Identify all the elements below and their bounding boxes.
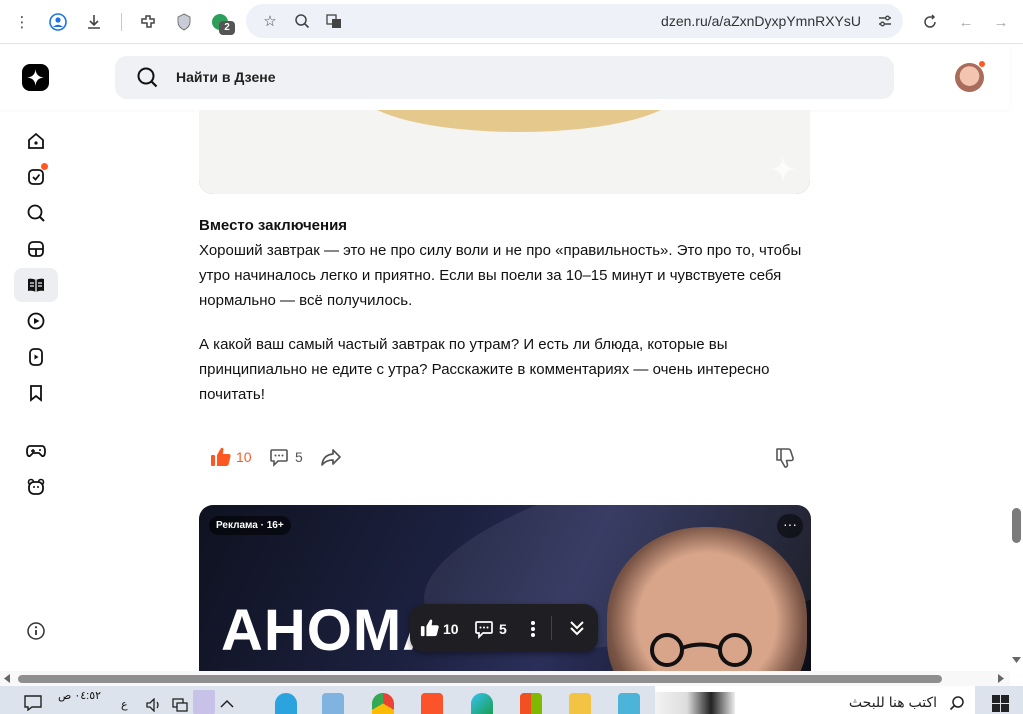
sidebar-item-search[interactable] (14, 196, 58, 230)
article-image (199, 110, 810, 194)
language-indicator[interactable]: ع (121, 698, 128, 711)
dzen-logo[interactable] (22, 64, 49, 91)
volume-icon[interactable] (146, 698, 162, 712)
site-settings-icon[interactable] (873, 9, 897, 33)
scroll-down-arrow-icon[interactable] (1012, 656, 1021, 664)
search-input[interactable]: Найти в Дзене (115, 56, 894, 99)
url-text: dzen.ru/a/aZxnDyxpYmnRXYsU (661, 13, 861, 29)
telegram-app-icon[interactable] (275, 693, 297, 714)
brave-app-icon[interactable] (421, 693, 443, 714)
ad-label: Реклама · 16+ (209, 516, 291, 535)
sidebar-item-home[interactable] (14, 124, 58, 158)
section-heading: Вместо заключения (199, 217, 348, 234)
forward-icon[interactable]: → (989, 10, 1013, 34)
sidebar-item-games[interactable] (14, 434, 58, 468)
like-count: 10 (443, 621, 459, 637)
kids-icon (27, 478, 45, 495)
games-icon (26, 445, 46, 458)
search-icon (137, 67, 158, 88)
vertical-scrollbar-thumb[interactable] (1012, 508, 1021, 543)
search-icon (949, 696, 964, 711)
sidebar-item-shorts[interactable] (14, 340, 58, 374)
windows-start-icon[interactable] (992, 695, 1009, 712)
browser-toolbar: ⋮ 2 ☆ dzen.ru/a/aZxnDyxpYmnRXYsU ← → (0, 0, 1023, 44)
articles-icon (28, 278, 44, 292)
reload-icon[interactable] (918, 10, 942, 34)
divider (551, 616, 552, 640)
ad-menu-button[interactable]: ··· (777, 514, 803, 538)
info-icon (27, 622, 45, 640)
sidebar-item-box[interactable] (14, 232, 58, 266)
home-icon (28, 132, 44, 149)
shield-extension-icon[interactable] (172, 10, 196, 34)
download-icon[interactable] (82, 10, 106, 34)
translate-icon[interactable] (322, 9, 346, 33)
like-count: 10 (236, 449, 252, 465)
pen-tray-icon[interactable] (193, 690, 215, 714)
extension-count-badge: 2 (219, 21, 235, 35)
bookmark-star-icon[interactable]: ☆ (258, 9, 282, 33)
comment-count: 5 (499, 621, 507, 637)
edge-app-icon[interactable] (471, 693, 493, 714)
sidebar-item-bookmarks[interactable] (14, 376, 58, 410)
sparkle-icon (770, 156, 796, 182)
box-icon (28, 241, 44, 257)
dislike-icon[interactable] (774, 447, 796, 469)
weather-widget[interactable] (655, 692, 735, 714)
windows-taskbar: ٠٤:٥٢ ص ع اكتب هنا للبحث (0, 686, 1023, 714)
horizontal-scrollbar-thumb[interactable] (18, 675, 942, 683)
notification-dot (978, 60, 986, 68)
sidebar-item-kids[interactable] (14, 470, 58, 504)
zoom-icon[interactable] (290, 9, 314, 33)
scroll-right-arrow-icon[interactable] (997, 674, 1005, 683)
comment-count: 5 (295, 449, 303, 465)
file-explorer-app-icon[interactable] (569, 693, 591, 714)
notepad-app-icon[interactable] (322, 693, 344, 714)
video-icon (27, 312, 45, 330)
sidebar-item-video[interactable] (14, 304, 58, 338)
sidebar-item-subscriptions[interactable] (14, 160, 58, 194)
chrome-app-icon[interactable] (372, 693, 394, 714)
notifications-icon[interactable] (24, 695, 42, 711)
scroll-down-icon[interactable] (568, 619, 586, 637)
reactions-bar: 10 5 (199, 440, 811, 474)
back-icon[interactable]: ← (954, 10, 978, 34)
comment-icon[interactable] (269, 447, 289, 467)
taskbar-search-placeholder: اكتب هنا للبحث (848, 694, 937, 710)
subscriptions-icon (28, 169, 44, 185)
network-icon[interactable] (172, 698, 188, 712)
article-paragraph: Хороший завтрак — это не про силу воли и… (199, 242, 802, 309)
site-header: Найти в Дзене (0, 45, 1010, 110)
bookmark-icon (30, 385, 42, 402)
share-icon[interactable] (320, 447, 342, 467)
sidebar-item-info[interactable] (14, 614, 58, 648)
search-icon (27, 204, 45, 222)
toolbar-separator (121, 13, 122, 31)
chevron-up-icon[interactable] (220, 699, 234, 709)
horizontal-scrollbar[interactable] (0, 671, 1010, 686)
scroll-left-arrow-icon[interactable] (3, 674, 11, 683)
taskbar-search-input[interactable]: اكتب هنا للبحث (655, 686, 975, 714)
glasses-image (650, 633, 752, 667)
sidebar-item-articles[interactable] (14, 268, 58, 302)
more-icon[interactable] (528, 619, 538, 639)
profile-icon[interactable] (46, 10, 70, 34)
game-app-icon[interactable] (618, 693, 640, 714)
shorts-icon (29, 348, 43, 366)
notification-dot (41, 163, 48, 170)
comment-icon[interactable] (474, 619, 494, 639)
store-app-icon[interactable] (520, 693, 542, 714)
browser-menu-icon[interactable]: ⋮ (10, 10, 34, 34)
clock-time: ٠٤:٥٢ ص (58, 690, 102, 702)
like-icon[interactable] (210, 446, 232, 468)
address-bar[interactable]: ☆ dzen.ru/a/aZxnDyxpYmnRXYsU (246, 4, 903, 38)
floating-action-bar: 10 5 (410, 604, 598, 652)
search-placeholder: Найти в Дзене (176, 69, 276, 85)
like-icon[interactable] (420, 618, 440, 638)
extensions-icon[interactable] (136, 10, 160, 34)
article-paragraph: А какой ваш самый частый завтрак по утра… (199, 336, 770, 403)
